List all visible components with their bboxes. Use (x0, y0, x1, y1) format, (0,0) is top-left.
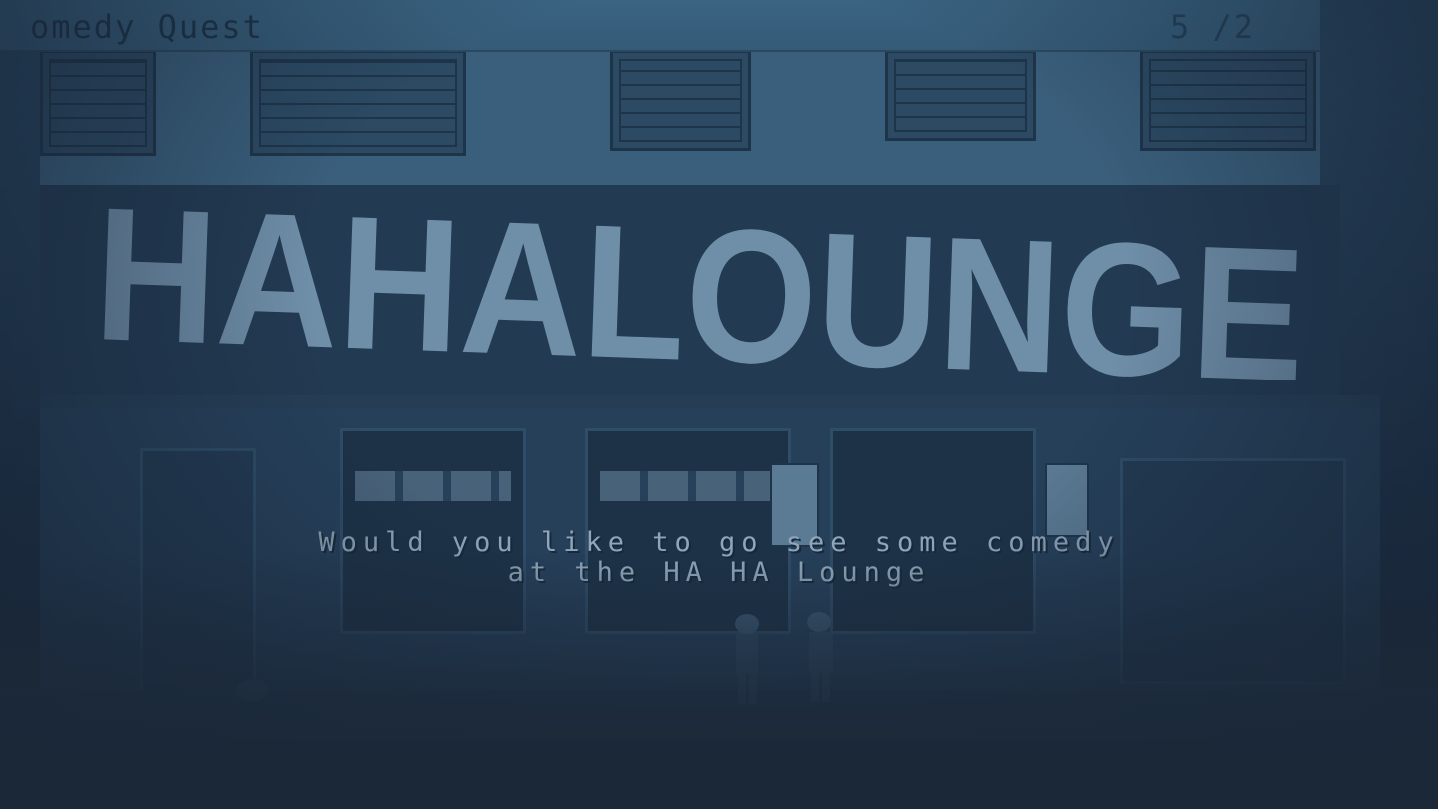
building-facade (40, 50, 1320, 195)
character-left[interactable] (722, 610, 772, 710)
poster (1045, 463, 1089, 537)
game-title: omedy Quest (30, 8, 264, 46)
ground-object (236, 679, 268, 701)
building-window (885, 50, 1036, 141)
building-window (1140, 50, 1316, 151)
sidewalk (0, 690, 1438, 740)
score-counter: 5 /2 (1170, 8, 1256, 46)
building-window (610, 50, 751, 151)
building-window (250, 50, 466, 156)
haha-lounge-sign: HAHALOUNGE (95, 200, 1308, 380)
sign-text: HAHALOUNGE (95, 200, 1308, 380)
building-window (40, 50, 156, 156)
game-screen[interactable]: omedy Quest 5 /2 HAHALOUNGE Would you li… (0, 0, 1438, 809)
dialog-line-1: Would you like to go see some comedy (318, 527, 1120, 558)
dialog-text: Would you like to go see some comedy at … (0, 528, 1438, 588)
dialog-line-2: at the HA HA Lounge (507, 557, 931, 588)
character-right[interactable] (797, 608, 847, 708)
status-bar: omedy Quest 5 /2 (0, 0, 1320, 52)
